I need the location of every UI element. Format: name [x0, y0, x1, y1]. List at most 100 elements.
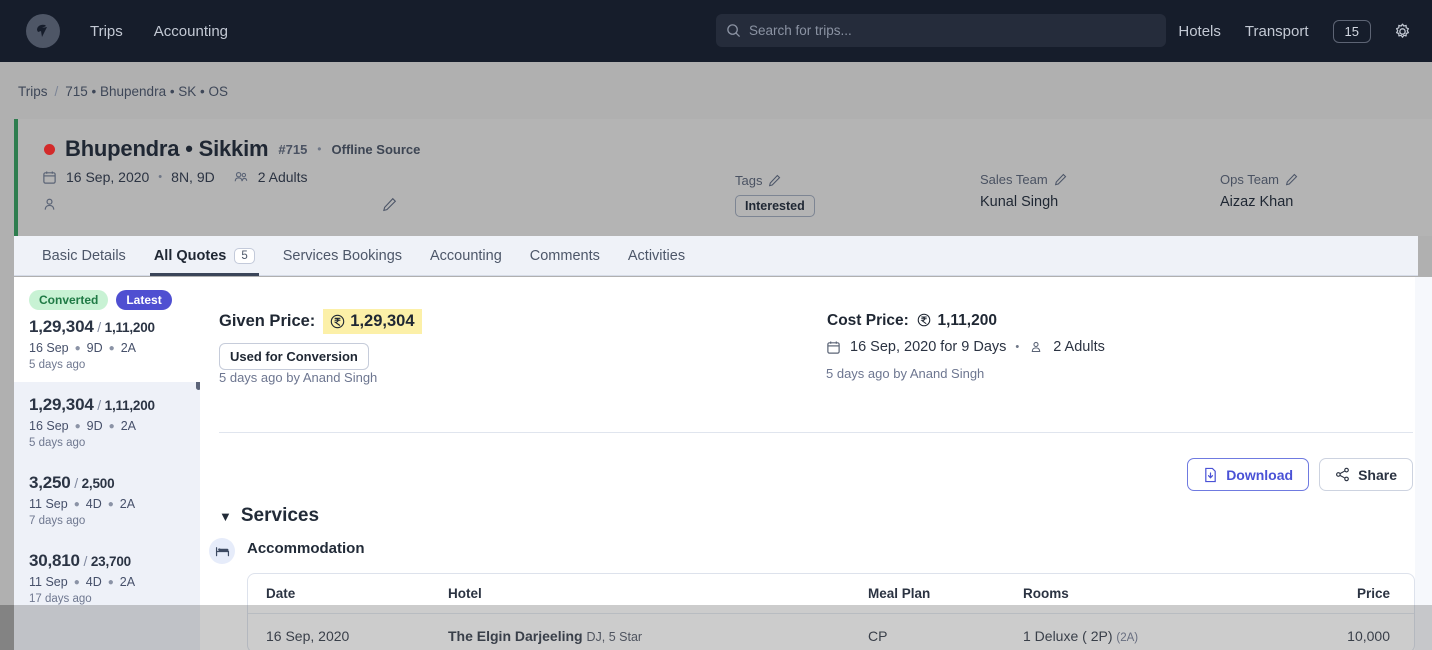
app-root: Trips Accounting Hotels Transport 15 — [0, 0, 1432, 650]
download-icon — [1203, 467, 1218, 483]
status-dot-icon — [44, 143, 55, 155]
accommodation-title: Accommodation — [247, 540, 365, 557]
tab-services-bookings[interactable]: Services Bookings — [269, 248, 416, 275]
services-title-label: Services — [240, 505, 320, 526]
download-button-label: Download — [1226, 466, 1294, 483]
quote-pax: 2A — [119, 575, 136, 589]
quote-meta-separator: ● — [73, 498, 80, 510]
badge-latest: Latest — [116, 290, 172, 310]
ops-team-field: Ops Team Aizaz Khan — [1220, 172, 1298, 210]
tags-label: Tags — [735, 173, 763, 188]
tab-basic-details[interactable]: Basic Details — [28, 248, 140, 275]
table-header-date: Date — [248, 574, 448, 614]
given-price-value: 1,29,304 — [350, 312, 415, 330]
tab-activities[interactable]: Activities — [614, 248, 699, 275]
top-navigation-bar: Trips Accounting Hotels Transport 15 — [0, 0, 1432, 62]
quote-detail-panel: Given Price: 1,29,304 Used for Conversio… — [200, 277, 1432, 650]
quotes-sidebar[interactable]: Converted Latest 1,29,304 / 1,11,200 16 Sep… — [14, 277, 200, 650]
nav-link-trips[interactable]: Trips — [90, 23, 123, 40]
cost-date-range: 16 Sep, 2020 for 9 Days — [850, 339, 1007, 355]
tab-comments[interactable]: Comments — [516, 248, 614, 275]
trip-title-row: Bhupendra • Sikkim #715 • Offline Source — [44, 136, 420, 162]
accommodation-table: Date Hotel Meal Plan Rooms Price 16 Sep, 202… — [248, 574, 1414, 650]
room-config: 1 Deluxe ( 2P) — [1023, 628, 1113, 644]
cost-meta-separator: • — [1015, 341, 1020, 353]
tag-badge[interactable]: Interested — [735, 195, 815, 217]
table-header-row: Date Hotel Meal Plan Rooms Price — [248, 574, 1414, 614]
used-for-conversion-badge: Used for Conversion — [219, 343, 369, 370]
quote-date: 16 Sep — [29, 419, 69, 433]
quote-timestamp: 17 days ago — [29, 593, 92, 605]
nav-link-accounting[interactable]: Accounting — [154, 23, 228, 40]
cost-meta-row: 16 Sep, 2020 for 9 Days • 2 Adults — [826, 339, 1105, 355]
chevron-down-icon[interactable]: ▼ — [219, 509, 232, 524]
share-button[interactable]: Share — [1319, 458, 1413, 491]
given-price-row: Given Price: 1,29,304 — [219, 309, 422, 334]
room-pax: (2A) — [1116, 632, 1139, 644]
share-button-label: Share — [1358, 466, 1397, 483]
trip-start-date: 16 Sep, 2020 — [66, 169, 150, 185]
accommodation-section-header: Accommodation — [209, 538, 365, 564]
quote-list-item[interactable]: 3,250 / 2,500 11 Sep ● 4D ● 2A 7 days ago — [14, 460, 200, 538]
trip-id: #715 — [278, 141, 308, 157]
search-box[interactable] — [716, 14, 1166, 47]
right-gutter — [1415, 277, 1432, 650]
trip-meta-row: 16 Sep, 2020 • 8N, 9D 2 Adults — [42, 169, 308, 185]
quote-list-item[interactable]: 1,29,304 / 1,11,200 16 Sep ● 9D ● 2A 5 days ag… — [14, 382, 200, 460]
nav-link-transport[interactable]: Transport — [1245, 23, 1309, 40]
cell-meal-plan: CP — [868, 628, 888, 644]
edit-sales-team-pencil-icon[interactable] — [1054, 173, 1067, 186]
quote-meta: 16 Sep ● 9D ● 2A — [29, 419, 185, 433]
quote-price-row: 3,250 / 2,500 — [29, 473, 185, 493]
quote-list-item[interactable]: 30,810 / 23,700 11 Sep ● 4D ● 2A 17 days ago — [14, 538, 200, 616]
table-header-hotel: Hotel — [448, 574, 868, 614]
tab-label: All Quotes — [153, 248, 227, 264]
tab-bar: Basic Details All Quotes 5 Services Booking… — [14, 236, 1418, 276]
trip-pax: 2 Adults — [257, 169, 308, 185]
breadcrumb-separator: / — [54, 84, 59, 99]
cell-rooms: 1 Deluxe ( 2P) (2A) — [1023, 614, 1273, 650]
tab-label: Accounting — [430, 248, 502, 264]
edit-ops-team-pencil-icon[interactable] — [1285, 173, 1298, 186]
quote-meta: 11 Sep ● 4D ● 2A — [29, 497, 185, 511]
table-row[interactable]: 16 Sep, 2020 The Elgin Darjeeling DJ, 5 S… — [248, 614, 1414, 650]
download-button[interactable]: Download — [1187, 458, 1310, 491]
edit-tags-pencil-icon[interactable] — [768, 174, 781, 187]
tab-accounting[interactable]: Accounting — [416, 248, 516, 275]
breadcrumb-current: 715 • Bhupendra • SK • OS — [65, 84, 229, 99]
person-icon — [42, 197, 57, 212]
quote-price-row: 1,29,304 / 1,11,200 — [29, 395, 185, 415]
tab-all-quotes[interactable]: All Quotes 5 — [140, 248, 269, 276]
travellers-icon — [232, 170, 249, 185]
nav-link-hotels[interactable]: Hotels — [1178, 23, 1221, 40]
cost-pax: 2 Adults — [1053, 339, 1105, 355]
trip-source: Offline Source — [331, 141, 421, 157]
quote-meta-separator: ● — [108, 342, 115, 354]
quote-meta-separator: ● — [73, 576, 80, 588]
breadcrumb-root-link[interactable]: Trips — [18, 84, 48, 99]
quote-days: 4D — [85, 575, 102, 589]
gear-icon[interactable] — [1393, 22, 1412, 41]
price-separator: / — [93, 397, 105, 413]
title-separator: • — [317, 142, 322, 156]
quote-given-price: 30,810 — [29, 551, 80, 570]
quote-price-row: 1,29,304 / 1,11,200 — [29, 317, 185, 337]
search-icon — [726, 23, 741, 38]
quote-actions: Download Share — [1187, 458, 1413, 491]
badge-converted: Converted — [29, 290, 109, 310]
search-input[interactable] — [749, 23, 1156, 38]
quote-given-price: 1,29,304 — [29, 317, 94, 336]
breadcrumb: Trips / 715 • Bhupendra • SK • OS — [18, 84, 228, 99]
edit-traveller-pencil-icon[interactable] — [382, 197, 397, 212]
ops-team-value: Aizaz Khan — [1220, 194, 1294, 210]
quote-pax: 2A — [119, 497, 136, 511]
tags-field: Tags Interested — [735, 173, 815, 217]
services-section-header: ▼ Services — [219, 505, 319, 527]
rupee-icon — [330, 314, 345, 329]
cost-price-value: 1,11,200 — [937, 312, 997, 329]
price-separator: / — [93, 319, 105, 335]
quote-list-item[interactable]: Converted Latest 1,29,304 / 1,11,200 16 Sep… — [14, 277, 200, 382]
company-logo[interactable] — [26, 14, 60, 48]
quote-meta: 16 Sep ● 9D ● 2A — [29, 341, 185, 355]
notification-count-badge[interactable]: 15 — [1332, 19, 1371, 43]
